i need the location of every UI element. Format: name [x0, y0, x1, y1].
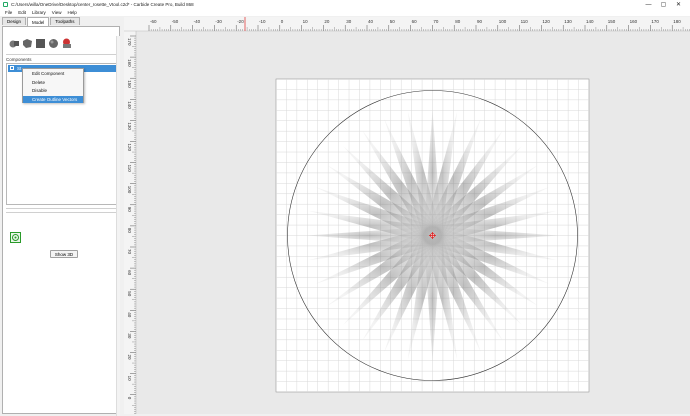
divider	[6, 54, 118, 55]
components-heading: Components	[6, 57, 32, 62]
disable-menu-item[interactable]: Disable	[23, 87, 83, 94]
window-controls: — ▢ ✕	[641, 0, 686, 9]
ruler-top-label: -10	[259, 19, 266, 24]
tab-model[interactable]: Model	[27, 17, 50, 26]
close-button[interactable]: ✕	[671, 0, 686, 9]
tab-design[interactable]: Design	[2, 17, 27, 25]
tab-toolpaths[interactable]: Toolpaths	[50, 17, 80, 25]
ruler-left-label: 170	[127, 38, 132, 46]
edit-component-menu-item[interactable]: Edit Component	[23, 70, 83, 77]
panel-tabs: Design Model Toolpaths	[2, 17, 81, 26]
divider	[6, 212, 118, 213]
ruler-top-label: -30	[215, 19, 222, 24]
ruler-top-label: 40	[368, 19, 374, 24]
ruler-left-label: 100	[127, 186, 132, 194]
ruler-top-label: -40	[194, 19, 201, 24]
ruler-top-label: 150	[608, 19, 616, 24]
menu-view[interactable]: View	[49, 10, 65, 15]
ruler-top-label: 70	[433, 19, 439, 24]
ruler-left-label: 20	[127, 355, 132, 361]
design-canvas[interactable]: -60 -50 -40 -30 -20 -10 0 10 20 30 40 50 60 70 80 90 100…	[124, 17, 690, 414]
ruler-left-label: 40	[127, 312, 132, 318]
ruler-top-label: 180	[673, 19, 681, 24]
visibility-checkbox[interactable]	[10, 66, 14, 70]
add-shape-icon[interactable]	[22, 38, 33, 49]
ruler-top-label: -60	[150, 19, 157, 24]
panel-scrollbar[interactable]	[116, 36, 120, 416]
ruler-top-label: -20	[237, 19, 244, 24]
add-box-icon[interactable]	[35, 38, 46, 49]
minimize-button[interactable]: —	[641, 0, 656, 9]
ruler-left-label: 90	[127, 207, 132, 213]
context-menu: Edit Component Delete Disable Create Out…	[22, 68, 84, 103]
ruler-top-label: 10	[303, 19, 309, 24]
ruler-top-label: 30	[346, 19, 352, 24]
ruler-left-label: 120	[127, 144, 132, 152]
ruler-top-label: 160	[630, 19, 638, 24]
ruler-top-label: -50	[172, 19, 179, 24]
ruler-left-label: 50	[127, 291, 132, 297]
delete-menu-item[interactable]: Delete	[23, 79, 83, 86]
divider	[6, 208, 118, 209]
ruler-top-label: 110	[521, 19, 529, 24]
ruler-left-label: 80	[127, 228, 132, 234]
ruler-top-label: 50	[390, 19, 396, 24]
component-row-label: St	[17, 66, 22, 71]
create-outline-vectors-menu-item[interactable]: Create Outline Vectors	[23, 95, 83, 103]
show-3d-button[interactable]: Show 3D	[50, 250, 78, 258]
ruler-left-label: 110	[127, 165, 132, 173]
ruler-top-label: 170	[651, 19, 659, 24]
add-sphere-icon[interactable]	[48, 38, 59, 49]
ruler-top-label: 100	[499, 19, 507, 24]
ruler-left-label: 70	[127, 249, 132, 255]
ruler-top-label: 140	[586, 19, 594, 24]
window-title: C:/Users/willa/OneDrive/Desktop/center_r…	[11, 2, 194, 7]
app-logo-icon	[3, 2, 8, 7]
add-primitive-icon[interactable]	[9, 38, 20, 49]
canvas-drawing[interactable]: -60 -50 -40 -30 -20 -10 0 10 20 30 40 50 60 70 80 90 100…	[124, 17, 690, 414]
model-toolbar	[9, 38, 74, 49]
ruler-top-label: 120	[542, 19, 550, 24]
ruler-left-label: 140	[127, 101, 132, 109]
ruler-top-label: 80	[455, 19, 461, 24]
ruler-top-label: 60	[412, 19, 418, 24]
menu-edit[interactable]: Edit	[15, 10, 29, 15]
ruler-left-label: 130	[127, 122, 132, 130]
maximize-button[interactable]: ▢	[656, 0, 671, 9]
ruler-top	[124, 17, 690, 31]
ruler-left-label: 150	[127, 80, 132, 88]
component-properties-icon[interactable]	[10, 232, 21, 243]
menu-file[interactable]: File	[2, 10, 15, 15]
ruler-top-label: 130	[564, 19, 572, 24]
menu-bar: File Edit Library View Help	[0, 9, 690, 16]
ruler-top-label: 90	[477, 19, 483, 24]
ruler-left-label: 30	[127, 333, 132, 339]
menu-help[interactable]: Help	[64, 10, 79, 15]
ruler-left-label: 10	[127, 376, 132, 382]
ruler-left-label: 160	[127, 59, 132, 67]
menu-library[interactable]: Library	[29, 10, 49, 15]
ruler-left-label: 60	[127, 270, 132, 276]
ruler-top-label: 20	[324, 19, 330, 24]
title-bar: C:/Users/willa/OneDrive/Desktop/center_r…	[0, 0, 690, 9]
smooth-tool-icon[interactable]	[61, 38, 72, 49]
